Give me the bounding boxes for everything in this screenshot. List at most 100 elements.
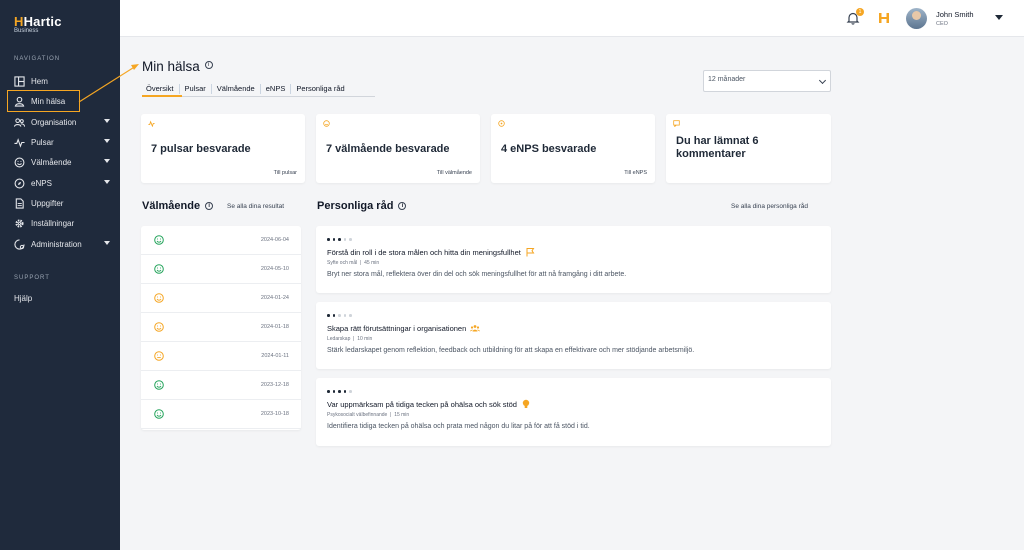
tab-oversikt[interactable]: Översikt bbox=[142, 84, 180, 94]
sidebar-item-label: Organisation bbox=[31, 117, 77, 127]
sidebar-item-label: Hjälp bbox=[14, 293, 33, 303]
advice-description: Stärk ledarskapet genom reflektion, feed… bbox=[327, 347, 695, 354]
smiley-icon bbox=[14, 157, 25, 168]
smiley-icon bbox=[154, 322, 164, 332]
wellbeing-title-text: Välmående bbox=[142, 200, 201, 212]
wellbeing-row[interactable]: 2024-01-18 bbox=[141, 313, 301, 342]
sidebar-item-min-halsa[interactable]: Min hälsa bbox=[7, 90, 80, 112]
support-heading: SUPPORT bbox=[14, 275, 50, 281]
advice-title: Personliga råd i bbox=[317, 200, 407, 212]
period-select[interactable]: 12 månader bbox=[703, 70, 831, 92]
advice-card[interactable]: Var uppmärksam på tidiga tecken på ohäls… bbox=[316, 378, 831, 446]
tab-active-indicator bbox=[142, 95, 182, 97]
advice-category: Psykosocialt välbefinnande bbox=[327, 412, 388, 418]
advice-category: Ledarskap bbox=[327, 336, 351, 342]
wellbeing-row[interactable]: 2024-01-24 bbox=[141, 284, 301, 313]
sidebar: HHartic Business NAVIGATION Hem Min häls… bbox=[0, 0, 120, 550]
user-menu-caret-icon[interactable] bbox=[995, 15, 1003, 20]
page-title-text: Min hälsa bbox=[142, 59, 200, 74]
user-role: CEO bbox=[936, 21, 948, 27]
sidebar-item-label: Min hälsa bbox=[31, 96, 66, 106]
dashboard-icon bbox=[14, 75, 25, 87]
advice-description: Identifiera tidiga tecken på ohälsa och … bbox=[327, 423, 590, 430]
wellbeing-date: 2024-06-04 bbox=[260, 237, 289, 243]
sidebar-item-uppgifter[interactable]: Uppgifter bbox=[8, 193, 116, 213]
user-name[interactable]: John Smith bbox=[936, 10, 974, 19]
brand-name: Hartic bbox=[23, 14, 62, 29]
wellbeing-row[interactable]: 2024-01-11 bbox=[141, 342, 301, 371]
wellbeing-see-all-link[interactable]: Se alla dina resultat bbox=[227, 203, 284, 210]
chevron-down-icon bbox=[104, 241, 110, 245]
tab-valmaende[interactable]: Välmående bbox=[212, 84, 261, 94]
stat-title: Du har lämnat 6 kommentarer bbox=[676, 135, 759, 160]
info-icon[interactable]: i bbox=[205, 202, 214, 210]
advice-duration: 10 min bbox=[357, 336, 373, 342]
file-icon bbox=[14, 197, 25, 209]
comment-icon bbox=[673, 120, 680, 127]
chevron-down-icon bbox=[104, 180, 110, 184]
wellbeing-row[interactable]: 2024-06-04 bbox=[141, 226, 301, 255]
sidebar-item-label: Pulsar bbox=[31, 137, 54, 147]
page-title: Min hälsa i bbox=[142, 59, 213, 74]
advice-card[interactable]: Skapa rätt förutsättningar i organisatio… bbox=[316, 302, 831, 369]
sidebar-item-hjalp[interactable]: Hjälp bbox=[8, 288, 116, 308]
advice-card-title: Var uppmärksam på tidiga tecken på ohäls… bbox=[327, 399, 531, 409]
sidebar-item-enps[interactable]: eNPS bbox=[8, 173, 116, 193]
stat-link[interactable]: Till välmående bbox=[437, 170, 472, 176]
compass-icon bbox=[14, 178, 25, 189]
hartic-app-icon[interactable] bbox=[877, 11, 891, 25]
sidebar-item-installningar[interactable]: Inställningar bbox=[8, 213, 116, 233]
pulse-icon bbox=[14, 137, 25, 148]
stat-link[interactable]: Till eNPS bbox=[624, 170, 647, 176]
stat-title: 7 välmående besvarade bbox=[326, 143, 450, 155]
sidebar-item-label: Uppgifter bbox=[31, 198, 64, 208]
topbar: 1 John Smith CEO bbox=[120, 0, 1024, 37]
tab-bar: Översikt Pulsar Välmående eNPS Personlig… bbox=[142, 84, 350, 94]
advice-description: Bryt ner stora mål, reflektera över din … bbox=[327, 271, 627, 278]
lightbulb-icon bbox=[522, 399, 530, 408]
sidebar-item-organisation[interactable]: Organisation bbox=[8, 112, 116, 132]
wellbeing-date: 2023-10-18 bbox=[260, 411, 289, 417]
sidebar-item-label: eNPS bbox=[31, 178, 52, 188]
tab-enps[interactable]: eNPS bbox=[261, 84, 292, 94]
advice-meta: Syfte och mål | 45 min bbox=[327, 260, 380, 266]
chevron-down-icon bbox=[104, 119, 110, 123]
stat-link[interactable]: Till pulsar bbox=[274, 170, 297, 176]
logo[interactable]: HHartic Business bbox=[14, 14, 62, 34]
advice-card-title: Skapa rätt förutsättningar i organisatio… bbox=[327, 323, 481, 333]
advice-see-all-link[interactable]: Se alla dina personliga råd bbox=[731, 203, 808, 210]
tab-personliga-rad[interactable]: Personliga råd bbox=[291, 84, 349, 94]
stat-title: 4 eNPS besvarade bbox=[501, 143, 597, 155]
smiley-icon bbox=[323, 120, 330, 127]
stat-card-enps: 4 eNPS besvarade Till eNPS bbox=[491, 114, 655, 183]
notification-badge: 1 bbox=[856, 8, 864, 16]
avatar[interactable] bbox=[906, 8, 927, 29]
sidebar-item-administration[interactable]: Administration bbox=[8, 234, 116, 254]
wellbeing-date: 2024-01-18 bbox=[260, 324, 289, 330]
gear-icon bbox=[14, 218, 25, 229]
smiley-icon bbox=[154, 293, 164, 303]
advice-card[interactable]: Förstå din roll i de stora målen och hit… bbox=[316, 226, 831, 293]
sidebar-item-label: Hem bbox=[31, 76, 48, 86]
sidebar-item-valmaende[interactable]: Välmående bbox=[8, 152, 116, 172]
wellbeing-row[interactable]: 2023-12-18 bbox=[141, 371, 301, 400]
advice-duration: 45 min bbox=[364, 260, 380, 266]
wellbeing-date: 2024-01-24 bbox=[260, 295, 289, 301]
stat-card-valmaende: 7 välmående besvarade Till välmående bbox=[316, 114, 480, 183]
smiley-icon bbox=[154, 380, 164, 390]
wellbeing-row[interactable]: 2024-05-10 bbox=[141, 255, 301, 284]
wellbeing-row[interactable]: 2023-10-18 bbox=[141, 400, 301, 429]
logo-mark-icon: H bbox=[14, 14, 24, 29]
sidebar-item-hem[interactable]: Hem bbox=[8, 71, 116, 91]
smiley-icon bbox=[154, 351, 164, 361]
info-icon[interactable]: i bbox=[398, 202, 407, 210]
sidebar-item-label: Administration bbox=[31, 239, 82, 249]
info-icon[interactable]: i bbox=[204, 61, 213, 69]
wellbeing-list: 2024-06-04 2024-05-10 2024-01-24 2024-01-18… bbox=[141, 226, 301, 430]
tab-pulsar[interactable]: Pulsar bbox=[180, 84, 212, 94]
team-icon bbox=[470, 325, 481, 332]
sidebar-item-pulsar[interactable]: Pulsar bbox=[8, 132, 116, 152]
wellbeing-date: 2024-05-10 bbox=[260, 266, 289, 272]
compass-icon bbox=[498, 120, 505, 127]
advice-title-text: Förstå din roll i de stora målen och hit… bbox=[327, 247, 521, 257]
